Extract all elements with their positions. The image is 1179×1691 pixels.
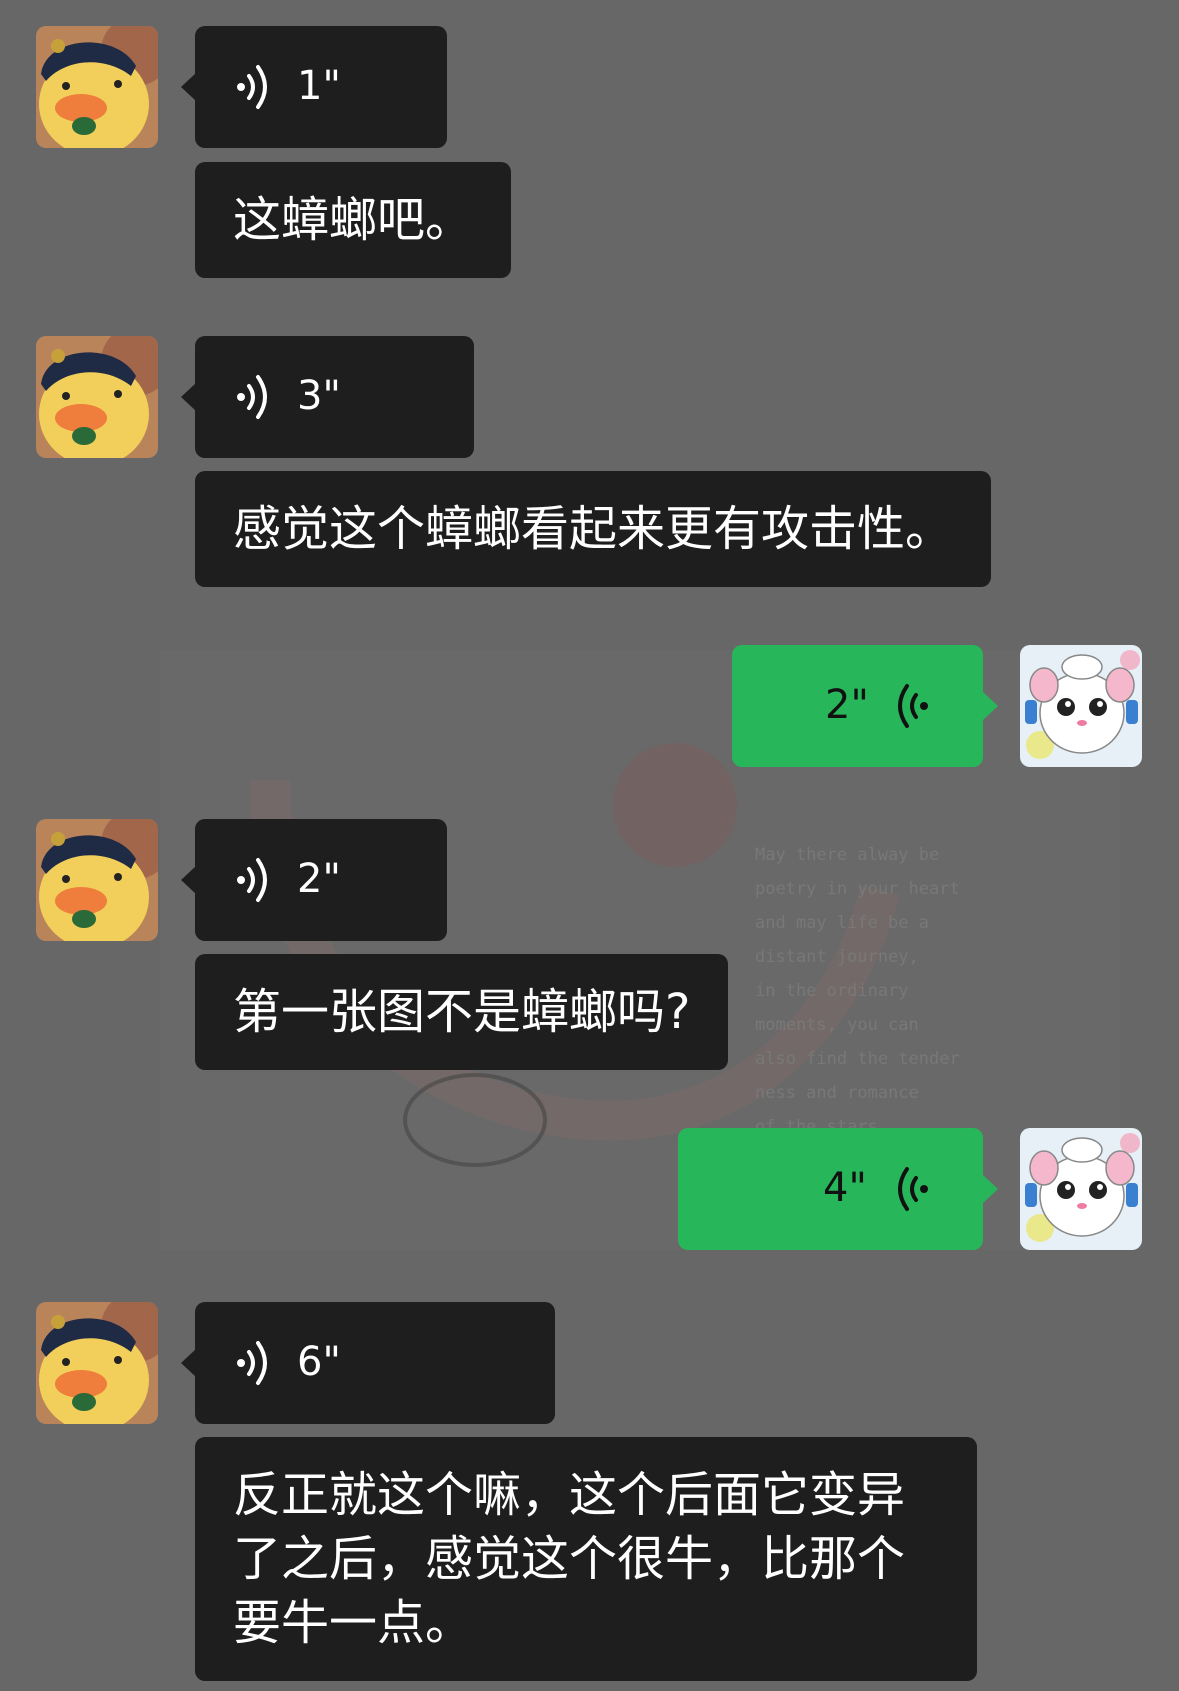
message-text: 反正就这个嘛，这个后面它变异了之后，感觉这个很牛，比那个要牛一点。 bbox=[233, 1467, 906, 1651]
contact-avatar[interactable] bbox=[36, 819, 158, 941]
voice-message-bubble[interactable]: 3" bbox=[181, 336, 474, 458]
voice-message-bubble[interactable]: 2" bbox=[181, 819, 447, 941]
voice-duration: 6" bbox=[297, 1339, 341, 1385]
my-avatar[interactable] bbox=[1020, 645, 1142, 767]
text-message-bubble[interactable]: 第一张图不是蟑螂吗? bbox=[195, 954, 729, 1070]
voice-duration: 1" bbox=[297, 63, 341, 109]
message-text: 第一张图不是蟑螂吗? bbox=[233, 984, 691, 1040]
voice-duration: 2" bbox=[297, 856, 341, 902]
message-text: 这蟑螂吧。 bbox=[233, 192, 474, 248]
voice-wave-icon bbox=[237, 1341, 267, 1385]
text-message-bubble[interactable]: 这蟑螂吧。 bbox=[195, 162, 512, 278]
voice-duration: 3" bbox=[297, 373, 341, 419]
my-avatar[interactable] bbox=[1020, 1128, 1142, 1250]
voice-wave-icon bbox=[237, 858, 267, 902]
voice-wave-icon bbox=[237, 65, 267, 109]
contact-avatar[interactable] bbox=[36, 1302, 158, 1424]
text-message-bubble[interactable]: 感觉这个蟑螂看起来更有攻击性。 bbox=[195, 471, 992, 587]
text-message-bubble[interactable]: 反正就这个嘛，这个后面它变异了之后，感觉这个很牛，比那个要牛一点。 bbox=[195, 1437, 977, 1681]
voice-message-bubble[interactable]: 6" bbox=[181, 1302, 555, 1424]
sent-voice-message-bubble[interactable]: 4" bbox=[678, 1128, 998, 1250]
voice-wave-icon bbox=[898, 684, 928, 728]
contact-avatar[interactable] bbox=[36, 336, 158, 458]
voice-wave-icon bbox=[237, 375, 267, 419]
contact-avatar[interactable] bbox=[36, 26, 158, 148]
sent-voice-message-bubble[interactable]: 2" bbox=[732, 645, 998, 767]
voice-message-bubble[interactable]: 1" bbox=[181, 26, 447, 148]
voice-wave-icon bbox=[898, 1167, 928, 1211]
voice-duration: 2" bbox=[825, 682, 869, 728]
message-text: 感觉这个蟑螂看起来更有攻击性。 bbox=[233, 501, 954, 557]
voice-duration: 4" bbox=[823, 1165, 867, 1211]
